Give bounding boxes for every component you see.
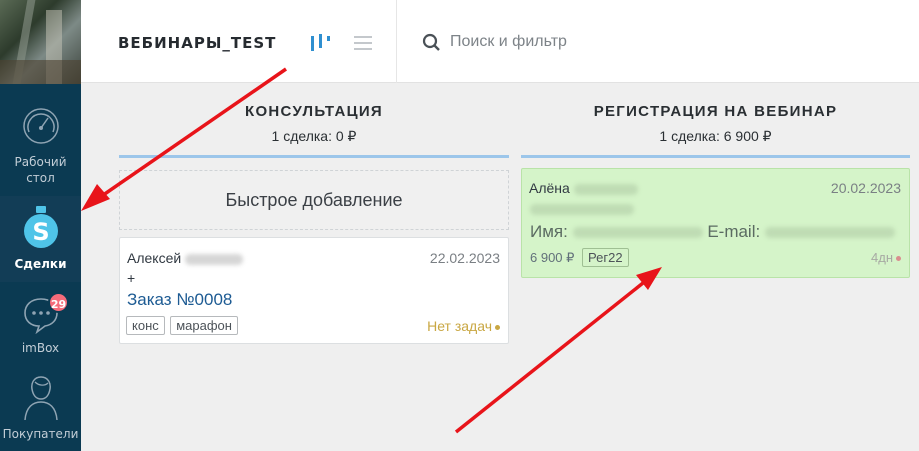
search-icon xyxy=(422,33,440,51)
card-contact: Алёна xyxy=(529,180,638,196)
column-summary: 1 сделка: 6 900 ₽ xyxy=(659,128,772,144)
speedometer-icon xyxy=(22,108,59,144)
deal-card-highlighted[interactable]: Алёна 20.02.2023 Имя: E-mail: 6 900 ₽ Ре… xyxy=(521,168,910,278)
deal-price: 6 900 ₽ xyxy=(530,250,575,265)
sidebar-item-label: imBox xyxy=(21,341,60,355)
svg-text:S: S xyxy=(32,218,49,246)
contact-name: Алексей xyxy=(127,250,182,266)
task-status-label: Нет задач xyxy=(427,318,492,334)
card-tags: конс марафон xyxy=(126,316,239,335)
field-name-label: Имя: xyxy=(530,222,568,241)
search-input[interactable]: Поиск и фильтр xyxy=(421,31,821,55)
column-divider-line xyxy=(521,155,910,158)
column-title: КОНСУЛЬТАЦИЯ xyxy=(244,103,383,120)
column-title: РЕГИСТРАЦИЯ НА ВЕБИНАР xyxy=(593,103,838,120)
deal-name-link[interactable]: Заказ №0008 xyxy=(127,290,232,310)
redacted-surname xyxy=(573,183,638,195)
sidebar-item-label: Покупатели xyxy=(2,427,79,441)
redacted-phone xyxy=(530,201,634,219)
column-summary: 1 сделка: 0 ₽ xyxy=(271,128,357,144)
dollar-coin-icon: S xyxy=(23,206,58,248)
column-header-webinar-registration: РЕГИСТРАЦИЯ НА ВЕБИНАР 1 сделка: 6 900 ₽ xyxy=(521,103,910,145)
redacted-surname xyxy=(185,253,244,265)
tag[interactable]: конс xyxy=(126,316,165,335)
sidebar-item-dashboard[interactable]: Рабочий стол xyxy=(0,104,81,196)
deal-age: 4дн xyxy=(871,250,901,265)
sidebar-item-customers[interactable]: Покупатели xyxy=(0,366,81,451)
card-date: 20.02.2023 xyxy=(830,180,901,196)
redacted-name-value xyxy=(572,227,703,239)
pipeline-view-icon[interactable] xyxy=(310,33,332,53)
deal-age-label: 4дн xyxy=(871,250,893,265)
redacted-email-value xyxy=(764,227,895,239)
column-divider-line xyxy=(119,155,509,158)
sidebar-item-label: Рабочий xyxy=(14,155,67,169)
field-email-label: E-mail: xyxy=(707,222,761,241)
quick-add-button[interactable]: Быстрое добавление xyxy=(119,170,509,230)
sidebar-item-imbox[interactable]: 29 imBox xyxy=(0,282,81,366)
tag[interactable]: Рег22 xyxy=(582,248,629,267)
age-dot xyxy=(896,256,901,262)
sidebar-item-deals[interactable]: S Сделки xyxy=(0,196,81,282)
card-plus: + xyxy=(127,270,136,286)
contact-name: Алёна xyxy=(529,180,570,196)
list-view-icon[interactable] xyxy=(354,33,372,53)
user-avatar[interactable] xyxy=(0,0,81,84)
task-status[interactable]: Нет задач xyxy=(427,318,500,334)
unread-count-badge: 29 xyxy=(48,292,69,313)
card-contact: Алексей xyxy=(127,250,244,266)
custom-fields: Имя: E-mail: xyxy=(530,222,908,242)
sidebar-item-label: стол xyxy=(26,171,55,185)
header-divider xyxy=(396,0,397,83)
deal-card[interactable]: Алексей 22.02.2023 + Заказ №0008 конс ма… xyxy=(119,237,509,344)
column-header-consultation: КОНСУЛЬТАЦИЯ 1 сделка: 0 ₽ xyxy=(119,103,509,145)
pipeline-header: ВЕБИНАРЫ_TEST Поиск и фильтр xyxy=(81,0,919,83)
left-sidebar: Рабочий стол S Сделки 29 imBox Покупател… xyxy=(0,0,81,451)
search-placeholder: Поиск и фильтр xyxy=(450,33,567,50)
card-date: 22.02.2023 xyxy=(429,250,500,266)
pipeline-title[interactable]: ВЕБИНАРЫ_TEST xyxy=(118,34,276,52)
tag[interactable]: марафон xyxy=(170,316,238,335)
sidebar-item-label: Сделки xyxy=(14,257,67,271)
status-dot xyxy=(495,324,500,330)
card-footer: 6 900 ₽ Рег22 xyxy=(530,248,630,267)
customers-icon xyxy=(23,376,58,421)
